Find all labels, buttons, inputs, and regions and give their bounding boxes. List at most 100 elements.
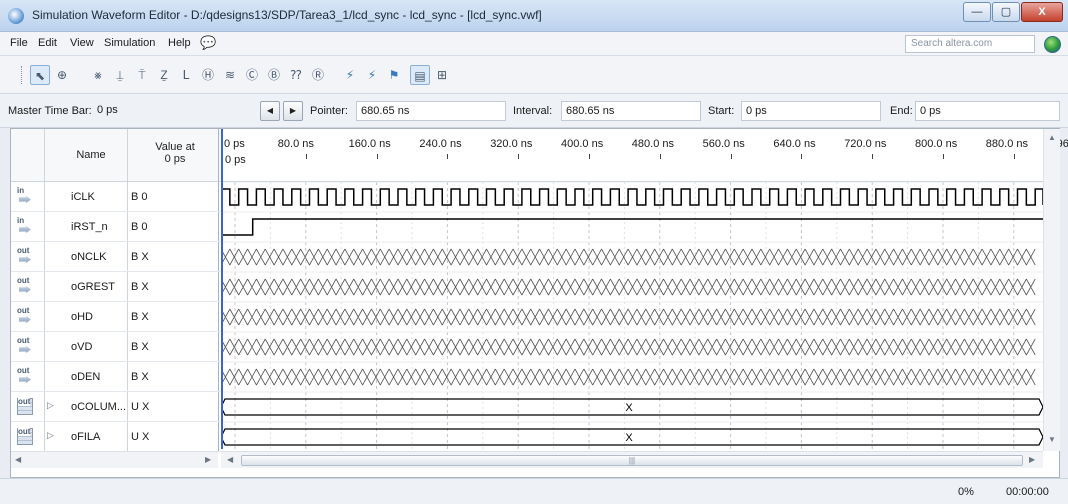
ruler-tick-mark (943, 154, 944, 159)
signal-value: B 0 (131, 221, 148, 233)
signal-name: oNCLK (71, 251, 107, 263)
overwrite-clock-icon[interactable]: Ⓡ (308, 65, 328, 85)
scroll-down-arrow-icon[interactable]: ▼ (1048, 435, 1056, 444)
unknown-waveform[interactable] (221, 368, 1036, 386)
invert-icon[interactable]: Ⓒ (242, 65, 262, 85)
generate-netlist-icon[interactable]: ⚑ (384, 65, 404, 85)
ruler-tick-label: 160.0 ns (348, 138, 391, 150)
end-label: End: (890, 105, 913, 117)
globe-icon[interactable] (1044, 36, 1061, 53)
ruler-tick-label: 880.0 ns (985, 138, 1028, 150)
pointer-label: Pointer: (310, 105, 348, 117)
signal-row[interactable]: in iCLK B 0 (11, 182, 221, 212)
search-input[interactable]: Search altera.com (905, 35, 1035, 53)
weak-low-icon[interactable]: Ⅼ (176, 65, 196, 85)
reset-waveform[interactable] (221, 218, 1043, 236)
unknown-waveform[interactable] (221, 338, 1036, 356)
minimize-button[interactable]: — (963, 2, 991, 22)
signal-row[interactable]: out ▷ oFILA U X (11, 422, 221, 452)
previous-transition-button[interactable]: ◀ (260, 101, 280, 121)
forcing-high-impedance-icon[interactable]: Ẕ (154, 65, 174, 85)
ruler-tick-label: 400.0 ns (561, 138, 604, 150)
master-time-bar-value[interactable]: 0 ps (93, 101, 223, 121)
waveform-scroll-thumb[interactable]: ||| (241, 455, 1023, 466)
clock-waveform[interactable] (221, 188, 1043, 206)
run-functional-simulation-icon[interactable]: ⚡ (340, 65, 360, 85)
waveform-scroll-left-arrow-icon[interactable]: ◀ (227, 455, 233, 464)
signal-row[interactable]: out ▷ oCOLUM... U X (11, 392, 221, 422)
time-bar: Master Time Bar: 0 ps ◀ ▶ Pointer: 680.6… (0, 94, 1068, 128)
waveform-horizontal-scrollbar[interactable]: ◀ ||| ▶ (221, 451, 1043, 468)
signal-value: B X (131, 311, 149, 323)
maximize-button[interactable]: ▢ (992, 2, 1020, 22)
signal-name: oVD (71, 341, 93, 353)
ruler-tick-mark (872, 154, 874, 159)
waveform-canvas[interactable]: XX (221, 182, 1043, 451)
signal-row[interactable]: out oHD B X (11, 302, 221, 332)
next-transition-button[interactable]: ▶ (283, 101, 303, 121)
expand-bus-icon[interactable]: ▷ (47, 430, 54, 441)
signal-row[interactable]: out oGREST B X (11, 272, 221, 302)
signal-name: oFILA (71, 431, 101, 443)
output-pin-icon: out (17, 247, 33, 265)
grid-icon[interactable]: ⊞ (432, 65, 452, 85)
expand-bus-icon[interactable]: ▷ (47, 400, 54, 411)
menu-bar: File Edit View Simulation Help 💬 Search … (0, 32, 1068, 56)
ruler-tick-mark (589, 154, 590, 159)
random-value-icon[interactable]: ⁇ (286, 65, 306, 85)
signal-value: B X (131, 371, 149, 383)
unknown-waveform[interactable] (221, 278, 1036, 296)
waveform-scroll-right-arrow-icon[interactable]: ▶ (1029, 455, 1035, 464)
menu-view[interactable]: View (70, 37, 94, 49)
signal-row[interactable]: out oVD B X (11, 332, 221, 362)
menu-help[interactable]: Help (168, 37, 191, 49)
speech-bubble-icon[interactable]: 💬 (200, 35, 216, 51)
run-timing-simulation-icon[interactable]: ⚡ (362, 65, 382, 85)
signal-name: oGREST (71, 281, 116, 293)
close-button[interactable]: X (1021, 2, 1063, 22)
forcing-unknown-icon[interactable]: ⨳ (88, 65, 108, 85)
elapsed-time: 00:00:00 (1006, 486, 1049, 498)
vertical-scrollbar[interactable]: ▲ ▼ (1043, 129, 1060, 451)
ruler-tick-mark (730, 154, 732, 159)
unknown-waveform[interactable] (221, 248, 1036, 266)
signal-row[interactable]: out oDEN B X (11, 362, 221, 392)
signal-row[interactable]: out oNCLK B X (11, 242, 221, 272)
forcing-high-icon[interactable]: ⍑ (132, 65, 152, 85)
waveform-view-icon[interactable]: ▤ (410, 65, 430, 85)
signal-value: B X (131, 341, 149, 353)
signal-list-horizontal-scrollbar[interactable]: ◀ ▶ (11, 451, 218, 468)
signal-value: B 0 (131, 191, 148, 203)
signal-row[interactable]: in iRST_n B 0 (11, 212, 221, 242)
ruler-tick-label: 720.0 ns (844, 138, 887, 150)
simulation-progress: 0% (958, 486, 974, 498)
selection-tool-icon[interactable]: ⬉ (30, 65, 50, 85)
count-value-icon[interactable]: Ⓑ (264, 65, 284, 85)
start-value: 0 ps (741, 101, 881, 121)
zoom-tool-icon[interactable]: ⊕ (52, 65, 72, 85)
scroll-right-arrow-icon[interactable]: ▶ (205, 455, 211, 464)
scroll-up-arrow-icon[interactable]: ▲ (1048, 133, 1056, 142)
signal-value: B X (131, 251, 149, 263)
ruler-tick-label: 320.0 ns (490, 138, 533, 150)
output-pin-icon: out (17, 367, 33, 385)
output-pin-icon: out (17, 398, 33, 415)
bus-value-label: X (625, 432, 633, 444)
name-column-header[interactable]: Name (61, 149, 121, 161)
interval-label: Interval: (513, 105, 553, 117)
master-time-bar-cursor[interactable] (221, 129, 223, 449)
input-pin-icon: in (17, 217, 33, 235)
unknown-waveform[interactable] (221, 308, 1036, 326)
dont-care-icon[interactable]: ≋ (220, 65, 240, 85)
weak-high-icon[interactable]: Ⓗ (198, 65, 218, 85)
value-column-header[interactable]: Value at 0 ps (131, 141, 219, 165)
time-ruler: 0 ps 80.0 ns 160.0 ns 240.0 ns 320.0 ns 400.0… (221, 129, 1068, 182)
menu-file[interactable]: File (10, 37, 28, 49)
menu-simulation[interactable]: Simulation (104, 37, 155, 49)
signal-list-header: Name Value at 0 ps (11, 129, 221, 182)
forcing-low-icon[interactable]: ⍊ (110, 65, 130, 85)
menu-edit[interactable]: Edit (38, 37, 57, 49)
ruler-tick-label: 480.0 ns (631, 138, 674, 150)
master-time-bar-label: Master Time Bar: (8, 105, 92, 117)
scroll-left-arrow-icon[interactable]: ◀ (15, 455, 21, 464)
